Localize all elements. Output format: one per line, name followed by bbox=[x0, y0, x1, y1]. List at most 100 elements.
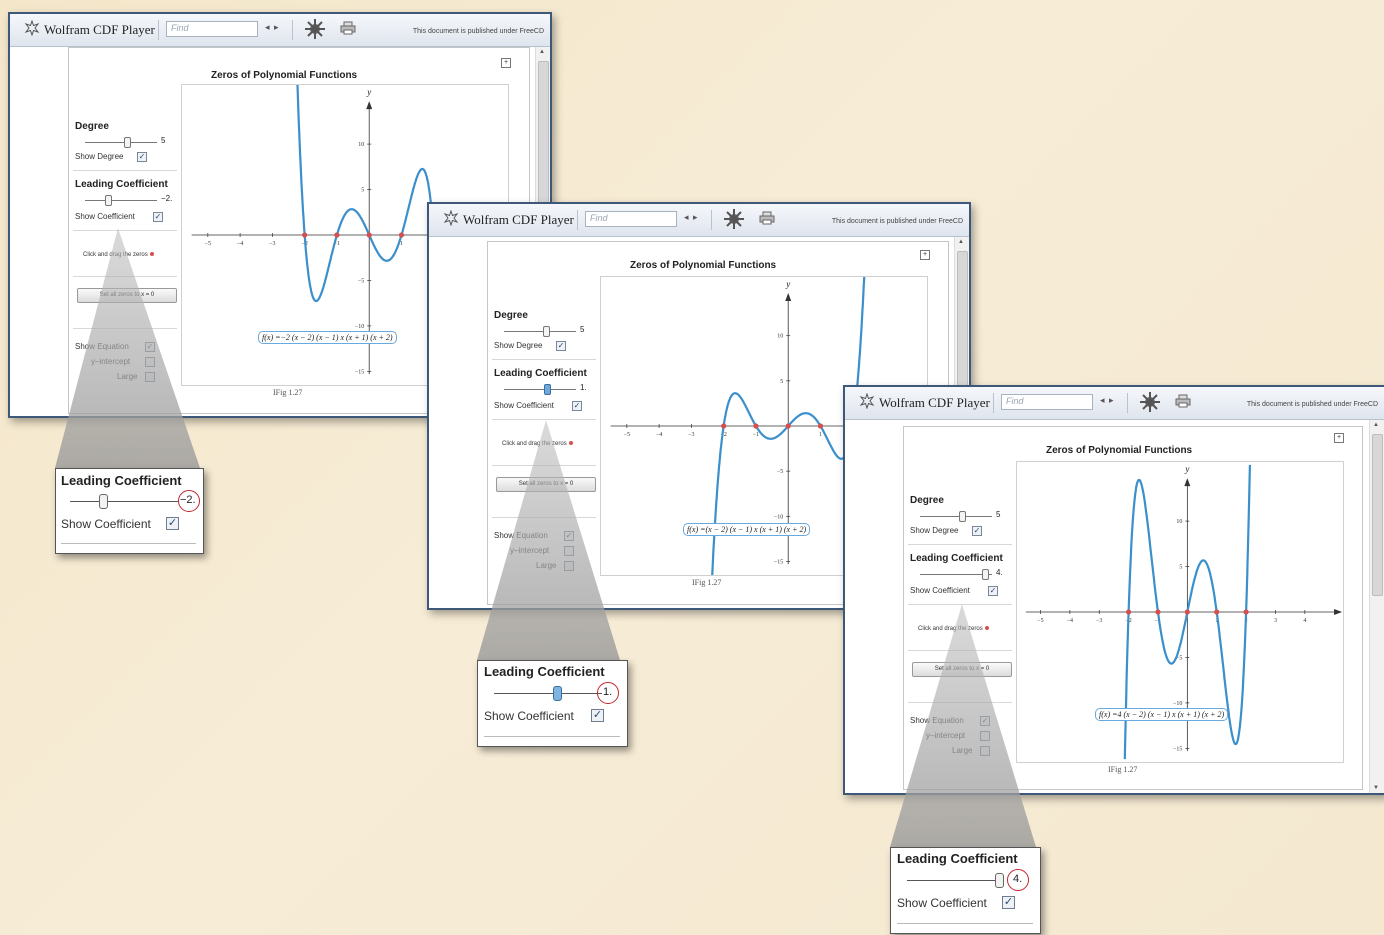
zero-marker bbox=[1126, 609, 1132, 615]
y-tick-label: −15 bbox=[774, 559, 783, 565]
callout-heading: Leading Coefficient bbox=[897, 851, 1018, 866]
coefficient-slider-track[interactable] bbox=[85, 200, 157, 201]
find-input[interactable]: Find bbox=[166, 21, 258, 37]
divider bbox=[73, 328, 177, 329]
y-intercept-checkbox[interactable] bbox=[980, 731, 990, 741]
x-tick-label: −3 bbox=[269, 241, 275, 247]
find-input[interactable]: Find bbox=[1001, 394, 1093, 410]
degree-label: Degree bbox=[910, 495, 944, 506]
zero-marker bbox=[334, 232, 340, 238]
show-coefficient-checkbox[interactable]: ✓ bbox=[153, 212, 163, 222]
y-intercept-label: y–intercept bbox=[91, 357, 131, 366]
scrollbar[interactable]: ▲ ▼ bbox=[1369, 420, 1384, 793]
callout-checkbox-icon: ✓ bbox=[1002, 896, 1015, 909]
gear-icon[interactable] bbox=[723, 208, 745, 230]
y-tick-label: 5 bbox=[780, 379, 783, 385]
show-degree-checkbox[interactable]: ✓ bbox=[972, 526, 982, 536]
toolbar: Wolfram CDF Player Find ◂ ▸ This documen… bbox=[429, 204, 969, 237]
zero-marker bbox=[785, 423, 791, 429]
divider bbox=[73, 276, 177, 277]
coefficient-slider-thumb[interactable] bbox=[105, 195, 112, 206]
show-coefficient-checkbox[interactable]: ✓ bbox=[988, 586, 998, 596]
set-zeros-button[interactable]: Set all zeros to x = 0 bbox=[912, 662, 1012, 677]
y-tick-label: 5 bbox=[1179, 565, 1182, 571]
show-degree-label: Show Degree bbox=[910, 526, 959, 535]
nav-arrows-button[interactable]: ◂ ▸ bbox=[684, 212, 699, 223]
scroll-up-icon[interactable]: ▲ bbox=[1373, 422, 1379, 428]
callout-slider-track bbox=[70, 501, 178, 502]
large-checkbox[interactable] bbox=[564, 561, 574, 571]
show-coefficient-checkbox[interactable]: ✓ bbox=[572, 401, 582, 411]
show-degree-checkbox[interactable]: ✓ bbox=[137, 152, 147, 162]
wolfram-logo-icon bbox=[24, 20, 40, 36]
expand-icon[interactable]: + bbox=[920, 250, 930, 260]
scroll-up-icon[interactable]: ▲ bbox=[539, 49, 545, 55]
drag-zeros-text: Click and drag the zeros bbox=[502, 441, 567, 447]
show-equation-checkbox[interactable]: ✓ bbox=[564, 531, 574, 541]
license-note: This document is published under FreeCD bbox=[1246, 401, 1378, 408]
callout-checkbox-icon: ✓ bbox=[591, 709, 604, 722]
print-icon[interactable] bbox=[759, 211, 775, 225]
expand-icon[interactable]: + bbox=[1334, 433, 1344, 443]
degree-slider-track[interactable] bbox=[85, 142, 157, 143]
degree-slider-thumb[interactable] bbox=[124, 137, 131, 148]
drag-zeros-text: Click and drag the zeros bbox=[918, 626, 983, 632]
find-input[interactable]: Find bbox=[585, 211, 677, 227]
divider bbox=[908, 544, 1012, 545]
drag-zeros-hint: Click and drag the zeros bbox=[918, 626, 989, 632]
leading-coefficient-label: Leading Coefficient bbox=[494, 368, 587, 379]
gear-icon[interactable] bbox=[1139, 391, 1161, 413]
degree-slider-track[interactable] bbox=[920, 516, 992, 517]
degree-slider-thumb[interactable] bbox=[543, 326, 550, 337]
set-zeros-button[interactable]: Set all zeros to x = 0 bbox=[496, 477, 596, 492]
callout-heading: Leading Coefficient bbox=[484, 664, 605, 679]
toolbar-divider bbox=[1127, 393, 1128, 413]
app-title: Zeros of Polynomial Functions bbox=[1046, 445, 1193, 456]
scroll-thumb[interactable] bbox=[538, 61, 549, 203]
zero-marker bbox=[366, 232, 372, 238]
print-icon[interactable] bbox=[1175, 394, 1191, 408]
figure-caption: IFig 1.27 bbox=[1108, 765, 1138, 774]
y-intercept-checkbox[interactable] bbox=[564, 546, 574, 556]
set-zeros-button[interactable]: Set all zeros to x = 0 bbox=[77, 288, 177, 303]
divider bbox=[492, 359, 596, 360]
scroll-up-icon[interactable]: ▲ bbox=[958, 239, 964, 245]
equation-label: f(x) =(x − 2) (x − 1) x (x + 1) (x + 2) bbox=[683, 523, 811, 536]
zero-marker bbox=[302, 232, 308, 238]
x-tick-label: −3 bbox=[688, 432, 694, 438]
callout-slider-track bbox=[494, 693, 602, 694]
coefficient-value: 1. bbox=[580, 383, 587, 392]
gear-icon[interactable] bbox=[304, 18, 326, 40]
callout-1: Leading Coefficient −2. Show Coefficient… bbox=[55, 468, 204, 554]
x-tick-label: 1 bbox=[819, 432, 822, 438]
degree-slider-thumb[interactable] bbox=[959, 511, 966, 522]
nav-arrows-button[interactable]: ◂ ▸ bbox=[1100, 395, 1115, 406]
show-equation-checkbox[interactable]: ✓ bbox=[980, 716, 990, 726]
toolbar-divider bbox=[711, 210, 712, 230]
zero-marker bbox=[1184, 609, 1190, 615]
scroll-thumb[interactable] bbox=[957, 251, 968, 393]
equation-label: f(x) =−2 (x − 2) (x − 1) x (x + 1) (x + … bbox=[258, 331, 397, 344]
callout-divider bbox=[61, 543, 196, 544]
show-degree-checkbox[interactable]: ✓ bbox=[556, 341, 566, 351]
degree-slider-track[interactable] bbox=[504, 331, 576, 332]
expand-icon[interactable]: + bbox=[501, 58, 511, 68]
scroll-thumb[interactable] bbox=[1372, 434, 1383, 596]
zero-marker bbox=[753, 423, 759, 429]
zero-marker-icon bbox=[984, 626, 989, 631]
print-icon[interactable] bbox=[340, 21, 356, 35]
coefficient-slider-thumb[interactable] bbox=[544, 384, 551, 395]
scroll-down-icon[interactable]: ▼ bbox=[1373, 785, 1379, 791]
leading-coefficient-label: Leading Coefficient bbox=[75, 179, 168, 190]
coefficient-slider-thumb[interactable] bbox=[982, 569, 989, 580]
coefficient-slider-track[interactable] bbox=[504, 389, 576, 390]
large-checkbox[interactable] bbox=[145, 372, 155, 382]
nav-arrows-button[interactable]: ◂ ▸ bbox=[265, 22, 280, 33]
wolfram-logo-icon bbox=[859, 393, 875, 409]
large-checkbox[interactable] bbox=[980, 746, 990, 756]
y-intercept-checkbox[interactable] bbox=[145, 357, 155, 367]
show-equation-checkbox[interactable]: ✓ bbox=[145, 342, 155, 352]
degree-value: 5 bbox=[161, 136, 166, 145]
equation-label: f(x) =4 (x − 2) (x − 1) x (x + 1) (x + 2… bbox=[1095, 708, 1229, 721]
highlight-circle-icon bbox=[178, 490, 200, 512]
